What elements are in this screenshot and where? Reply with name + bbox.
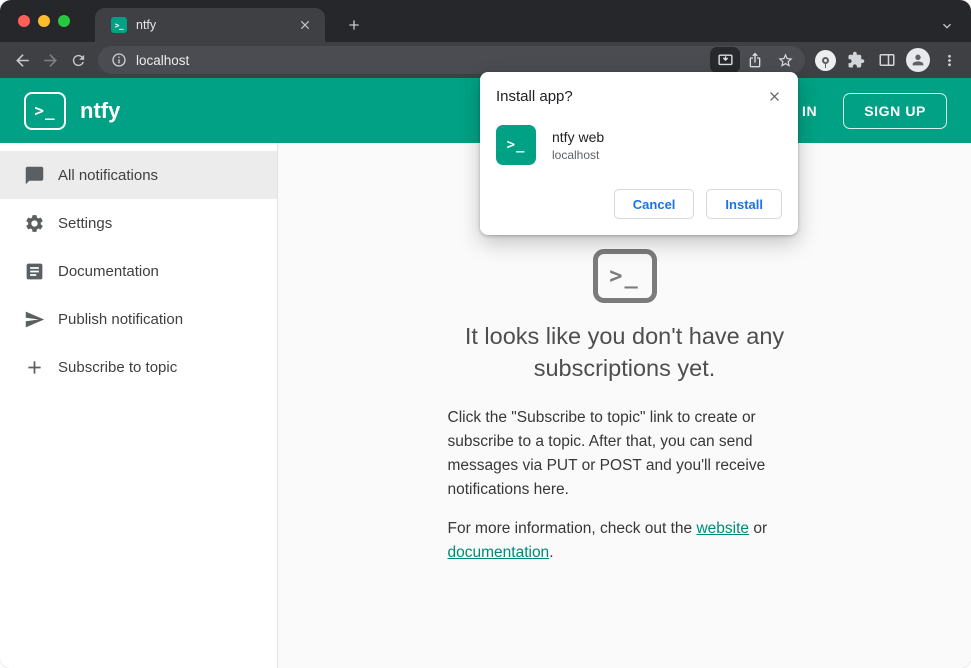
extensions-area	[811, 46, 963, 74]
url-text: localhost	[136, 52, 190, 68]
onepassword-extension-icon[interactable]	[811, 46, 839, 74]
sidebar-item-label: Settings	[58, 214, 113, 232]
dialog-close-icon[interactable]	[763, 85, 785, 107]
documentation-link[interactable]: documentation	[448, 544, 550, 561]
sidebar-item-all-notifications[interactable]: All notifications	[0, 151, 277, 199]
cancel-button[interactable]: Cancel	[613, 189, 695, 219]
refresh-button[interactable]	[64, 46, 92, 74]
more-info-prefix: For more information, check out the	[447, 519, 697, 537]
ntfy-logo-icon: >_	[24, 91, 66, 130]
sidebar-item-label: Subscribe to topic	[58, 358, 178, 376]
tab-title: ntfy	[136, 18, 157, 32]
gear-icon	[24, 213, 45, 234]
article-icon	[24, 261, 45, 282]
tab-search-chevron-icon[interactable]	[935, 14, 959, 38]
sidebar-item-label: Documentation	[58, 262, 159, 280]
dialog-app-row: >_ ntfy web localhost	[496, 125, 782, 165]
install-app-icon[interactable]	[710, 47, 740, 73]
share-icon[interactable]	[740, 47, 770, 73]
window-controls	[18, 15, 70, 27]
site-info-icon[interactable]	[110, 51, 128, 69]
forward-button[interactable]	[36, 46, 64, 74]
sidebar-item-settings[interactable]: Settings	[0, 199, 277, 247]
minimize-window-button[interactable]	[38, 15, 50, 27]
dialog-app-name: ntfy web	[552, 128, 605, 145]
brand-name: ntfy	[80, 97, 121, 123]
website-link[interactable]: website	[696, 520, 749, 537]
chat-icon	[24, 165, 45, 186]
sidebar: All notifications Settings Documentation…	[0, 143, 278, 668]
send-icon	[24, 309, 45, 330]
bookmark-star-icon[interactable]	[770, 47, 800, 73]
extensions-puzzle-icon[interactable]	[842, 46, 870, 74]
profile-avatar[interactable]	[904, 46, 932, 74]
new-tab-button[interactable]	[341, 12, 367, 38]
browser-titlebar: >_ ntfy	[0, 0, 971, 42]
dialog-app-origin: localhost	[552, 147, 600, 162]
back-button[interactable]	[8, 46, 36, 74]
install-app-dialog: Install app? >_ ntfy web localhost Cance…	[480, 72, 798, 235]
sign-up-button[interactable]: SIGN UP	[843, 92, 947, 129]
browser-tab-ntfy[interactable]: >_ ntfy	[95, 8, 325, 42]
empty-state-body: Click the "Subscribe to topic" link to c…	[447, 409, 766, 499]
more-info-middle: or	[749, 519, 768, 537]
sidebar-item-subscribe-to-topic[interactable]: Subscribe to topic	[0, 343, 277, 391]
ntfy-app-icon: >_	[496, 125, 536, 165]
browser-window: >_ ntfy localhost >_ ntfy IN SIGN UP All…	[0, 0, 971, 668]
address-bar[interactable]: localhost	[98, 46, 805, 74]
ntfy-favicon-icon: >_	[111, 17, 127, 33]
browser-menu-icon[interactable]	[935, 46, 963, 74]
dialog-actions: Cancel Install	[496, 189, 782, 219]
maximize-window-button[interactable]	[58, 15, 70, 27]
dialog-app-meta: ntfy web localhost	[552, 129, 604, 162]
empty-state-more-info: For more information, check out the webs…	[448, 517, 802, 565]
side-panel-icon[interactable]	[873, 46, 901, 74]
sidebar-item-label: All notifications	[58, 166, 159, 184]
install-button[interactable]: Install	[706, 189, 782, 219]
more-info-suffix: .	[549, 543, 554, 561]
dialog-title: Install app?	[496, 88, 573, 105]
ntfy-terminal-icon: >_	[592, 249, 657, 303]
close-window-button[interactable]	[18, 15, 30, 27]
plus-icon	[24, 357, 45, 378]
sidebar-item-documentation[interactable]: Documentation	[0, 247, 277, 295]
sidebar-item-publish-notification[interactable]: Publish notification	[0, 295, 277, 343]
tab-close-icon[interactable]	[295, 15, 315, 35]
sidebar-item-label: Publish notification	[58, 310, 184, 328]
empty-state-heading: It looks like you don't have any subscri…	[464, 323, 785, 381]
